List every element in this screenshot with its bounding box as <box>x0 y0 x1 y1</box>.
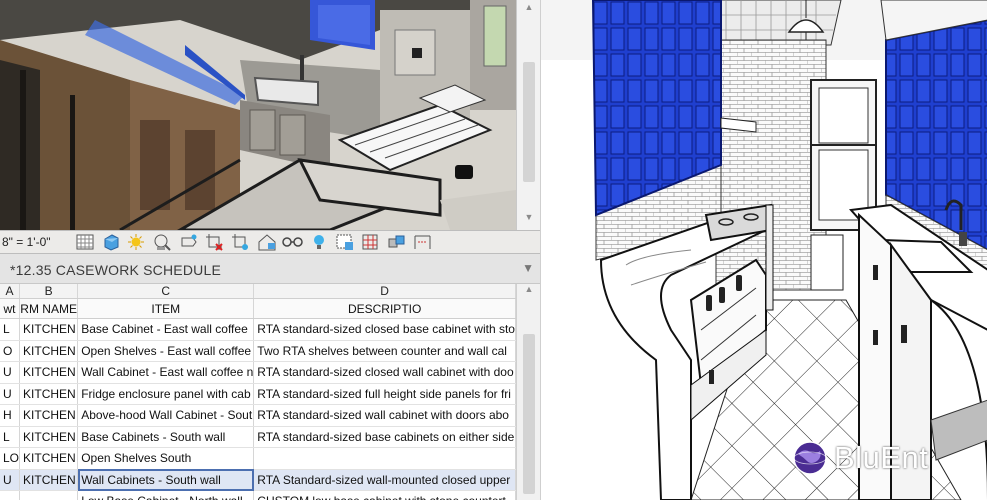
highlight-displacement-icon[interactable] <box>384 232 410 252</box>
casework-schedule-table: A B C D wt RM NAME ITEM DESCRIPTIO L KIT… <box>0 284 516 500</box>
table-cell[interactable]: H <box>0 404 21 427</box>
schedule-tab-bar: *12.35 CASEWORK SCHEDULE ▼ <box>0 254 540 284</box>
column-letter[interactable]: A <box>0 284 21 299</box>
table-cell[interactable]: RTA Standard-sized wall-mounted closed u… <box>253 469 516 491</box>
active-cell[interactable]: Wall Cabinets - South wall <box>77 469 255 491</box>
table-cell[interactable]: RTA standard-sized closed wall cabinet w… <box>253 361 516 384</box>
table-row[interactable]: U KITCHEN Wall Cabinet - East wall coffe… <box>0 361 516 384</box>
analytical-model-icon[interactable] <box>358 232 384 252</box>
brand-logo: BluEnt <box>792 438 962 478</box>
table-cell[interactable]: RTA standard-sized closed base cabinet w… <box>253 318 516 341</box>
table-cell[interactable]: U <box>0 361 21 384</box>
table-cell[interactable]: KITCHEN <box>19 447 79 470</box>
column-letter[interactable]: B <box>19 284 79 299</box>
table-row[interactable]: H KITCHEN Above-hood Wall Cabinet - Sout… <box>0 404 516 427</box>
kitchen-line-render <box>541 0 987 500</box>
table-cell[interactable]: U <box>0 469 21 491</box>
crop-view-icon[interactable] <box>202 232 228 252</box>
table-cell[interactable]: Base Cabinets - South wall <box>77 426 255 448</box>
column-letter[interactable]: D <box>253 284 516 299</box>
table-cell[interactable]: Two RTA shelves between counter and wall… <box>253 340 516 362</box>
table-cell[interactable]: L <box>0 318 21 341</box>
table-cell[interactable]: L <box>0 426 21 448</box>
table-cell[interactable]: Base Cabinet - East wall coffee <box>77 318 255 341</box>
table-cell[interactable] <box>253 447 516 470</box>
header-cell[interactable]: DESCRIPTIO <box>253 298 516 319</box>
view-vertical-scrollbar[interactable]: ▲ ▼ <box>516 0 540 230</box>
scroll-up-arrow-icon[interactable]: ▲ <box>517 284 540 294</box>
tab-menu-icon[interactable]: ▼ <box>522 261 534 275</box>
table-row-selected[interactable]: U KITCHEN Wall Cabinets - South wall RTA… <box>0 469 516 491</box>
table-cell[interactable]: RTA standard-sized base cabinets on eith… <box>253 426 516 448</box>
table-cell[interactable] <box>0 490 21 500</box>
view-scale[interactable]: 8" = 1'-0" <box>0 235 72 249</box>
hide-crop-icon[interactable] <box>228 232 254 252</box>
scroll-up-arrow-icon[interactable]: ▲ <box>517 2 540 12</box>
3d-view-viewport[interactable] <box>0 0 516 230</box>
table-cell[interactable] <box>19 490 79 500</box>
table-cell[interactable]: Above-hood Wall Cabinet - Sout <box>77 404 255 427</box>
header-cell[interactable]: wt <box>0 298 21 319</box>
table-cell[interactable]: Open Shelves - East wall coffee <box>77 340 255 362</box>
table-cell[interactable]: Low Base Cabinet - North wall <box>77 490 255 500</box>
revit-workspace: ▲ ▼ 8" = 1'-0" *12.35 CASEWORK SCHEDULE … <box>0 0 540 500</box>
table-cell[interactable]: Fridge enclosure panel with cab <box>77 383 255 405</box>
table-cell[interactable]: Open Shelves South <box>77 447 255 470</box>
scrollbar-thumb[interactable] <box>523 62 535 182</box>
table-row[interactable]: U KITCHEN Fridge enclosure panel with ca… <box>0 383 516 405</box>
table-cell[interactable]: KITCHEN <box>19 318 79 341</box>
table-cell[interactable]: KITCHEN <box>19 340 79 362</box>
table-cell[interactable]: RTA standard-sized wall cabinet with doo… <box>253 404 516 427</box>
column-letter[interactable]: C <box>77 284 255 299</box>
constraints-icon[interactable] <box>410 232 436 252</box>
table-row[interactable]: Low Base Cabinet - North wall CUSTOM low… <box>0 490 516 500</box>
table-cell[interactable]: CUSTOM low base cabinet with stone count… <box>253 490 516 500</box>
scrollbar-thumb[interactable] <box>523 334 535 494</box>
sun-path-icon[interactable] <box>124 232 150 252</box>
temporary-hide-icon[interactable] <box>280 232 306 252</box>
table-cell[interactable]: U <box>0 383 21 405</box>
temporary-view-properties-icon[interactable] <box>332 232 358 252</box>
3d-kitchen-model <box>0 0 516 230</box>
unlock-3d-icon[interactable] <box>254 232 280 252</box>
globe-icon <box>793 441 827 475</box>
schedule-vertical-scrollbar[interactable]: ▲ <box>516 284 540 500</box>
view-control-bar: 8" = 1'-0" <box>0 230 540 254</box>
shadows-icon[interactable] <box>150 232 176 252</box>
header-cell[interactable]: RM NAME <box>19 298 79 319</box>
table-cell[interactable]: KITCHEN <box>19 469 79 491</box>
table-row[interactable]: LO KITCHEN Open Shelves South <box>0 447 516 470</box>
header-row: wt RM NAME ITEM DESCRIPTIO <box>0 298 516 319</box>
column-letter-row: A B C D <box>0 284 516 299</box>
visual-style-icon[interactable] <box>98 232 124 252</box>
detail-level-icon[interactable] <box>72 232 98 252</box>
brand-name: BluEnt <box>834 440 929 475</box>
table-row[interactable]: L KITCHEN Base Cabinets - South wall RTA… <box>0 426 516 448</box>
table-cell[interactable]: RTA standard-sized full height side pane… <box>253 383 516 405</box>
kitchen-render-view <box>540 0 987 500</box>
scroll-down-arrow-icon[interactable]: ▼ <box>517 212 540 222</box>
table-cell[interactable]: KITCHEN <box>19 426 79 448</box>
table-row[interactable]: L KITCHEN Base Cabinet - East wall coffe… <box>0 318 516 341</box>
table-cell[interactable]: O <box>0 340 21 362</box>
reveal-hidden-icon[interactable] <box>306 232 332 252</box>
table-cell[interactable]: KITCHEN <box>19 361 79 384</box>
render-icon[interactable] <box>176 232 202 252</box>
table-row[interactable]: O KITCHEN Open Shelves - East wall coffe… <box>0 340 516 362</box>
header-cell[interactable]: ITEM <box>77 298 255 319</box>
table-cell[interactable]: Wall Cabinet - East wall coffee n <box>77 361 255 384</box>
schedule-grid: A B C D wt RM NAME ITEM DESCRIPTIO L KIT… <box>0 284 516 500</box>
table-cell[interactable]: KITCHEN <box>19 404 79 427</box>
table-cell[interactable]: KITCHEN <box>19 383 79 405</box>
schedule-tab-title[interactable]: *12.35 CASEWORK SCHEDULE <box>10 262 221 278</box>
table-cell[interactable]: LO <box>0 447 21 470</box>
